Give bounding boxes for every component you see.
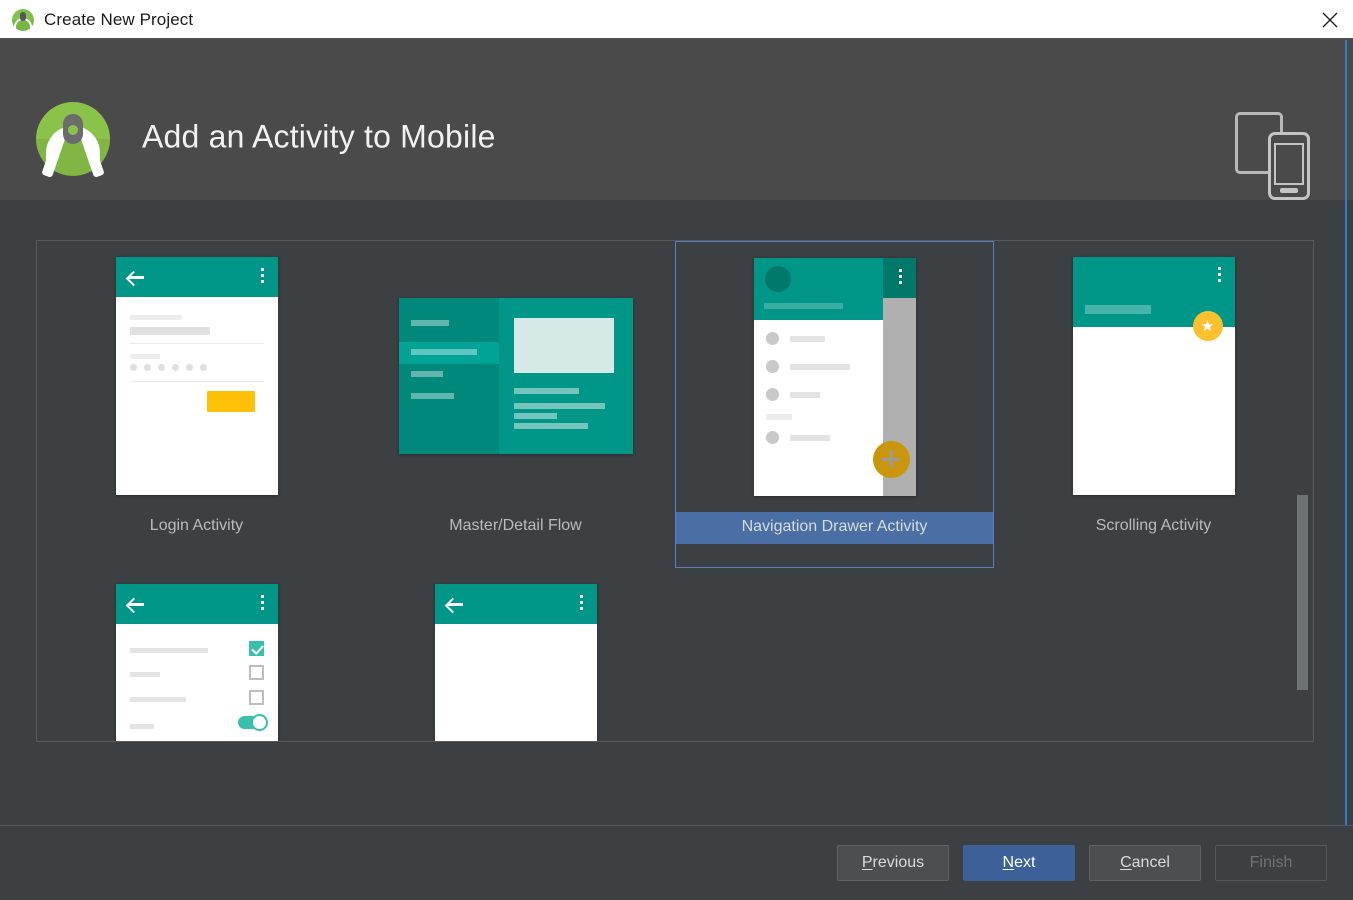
template-item-settings-activity[interactable]	[37, 568, 356, 741]
template-item-master-detail-flow[interactable]: Master/Detail Flow	[356, 241, 675, 568]
scrollbar-thumb[interactable]	[1297, 495, 1308, 690]
dialog-footer: Previous Next Cancel Finish	[0, 826, 1353, 900]
tabbed-activity-thumbnail	[356, 568, 675, 741]
star-icon: ★	[1192, 311, 1223, 341]
next-button[interactable]: Next	[963, 845, 1075, 881]
android-studio-logo	[32, 72, 114, 178]
template-item-tabbed-activity[interactable]	[356, 568, 675, 741]
template-label: Master/Detail Flow	[449, 517, 582, 534]
navigation-drawer-activity-thumbnail	[676, 242, 993, 512]
activity-template-list[interactable]: Login Activity Master/Detail Flow Naviga…	[36, 240, 1314, 742]
next-button-label: ext	[1014, 854, 1036, 871]
dialog-body: Login Activity Master/Detail Flow Naviga…	[0, 200, 1353, 825]
previous-button[interactable]: Previous	[837, 845, 949, 881]
window-title: Create New Project	[44, 10, 194, 29]
template-grid: Login Activity Master/Detail Flow Naviga…	[37, 241, 1313, 741]
tablet-and-phone-icon	[1235, 112, 1311, 200]
dialog-header: Add an Activity to Mobile	[0, 40, 1353, 200]
login-activity-thumbnail	[37, 241, 356, 511]
window-titlebar: Create New Project	[0, 0, 1353, 40]
finish-button: Finish	[1215, 845, 1327, 881]
master-detail-flow-thumbnail	[356, 241, 675, 511]
finish-button-label: Finish	[1249, 854, 1293, 871]
template-list-scrollbar[interactable]	[1297, 240, 1309, 742]
template-item-scrolling-activity[interactable]: ★ Scrolling Activity	[994, 241, 1313, 568]
page-title: Add an Activity to Mobile	[142, 118, 496, 155]
create-new-project-dialog: Create New Project Add an Activity to Mo…	[0, 0, 1353, 900]
template-item-navigation-drawer-activity[interactable]: Navigation Drawer Activity	[675, 241, 994, 568]
template-label: Login Activity	[149, 517, 244, 534]
template-item-login-activity[interactable]: Login Activity	[37, 241, 356, 568]
template-label: Scrolling Activity	[1095, 517, 1212, 534]
cancel-button[interactable]: Cancel	[1089, 845, 1201, 881]
template-label: Navigation Drawer Activity	[676, 512, 993, 544]
android-studio-icon	[12, 9, 34, 31]
close-icon[interactable]	[1307, 0, 1353, 40]
settings-activity-thumbnail	[37, 568, 356, 741]
cancel-button-label: ancel	[1131, 854, 1170, 871]
window-right-edge	[1345, 40, 1347, 900]
scrolling-activity-thumbnail: ★	[994, 241, 1313, 511]
previous-button-label: revious	[872, 854, 925, 871]
